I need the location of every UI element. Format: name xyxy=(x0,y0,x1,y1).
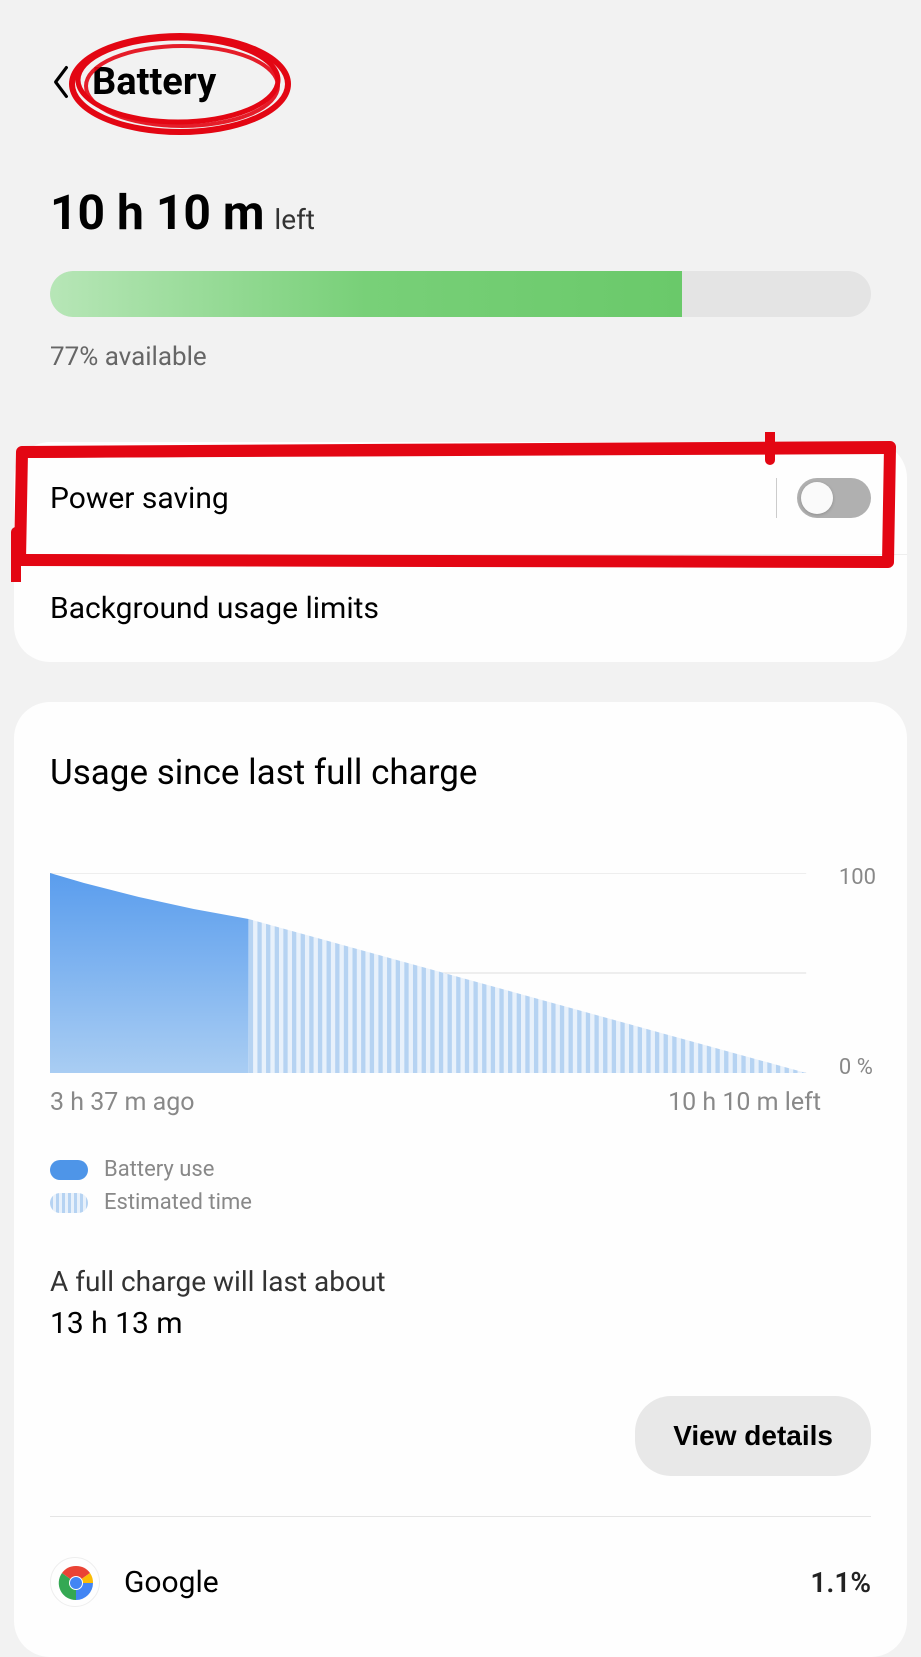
usage-card: Usage since last full charge 100 0 % 3 h… xyxy=(14,702,907,1657)
chart-legend: Battery use Estimated time xyxy=(50,1157,871,1215)
toggle-thumb xyxy=(801,482,833,514)
legend-battery-use: Battery use xyxy=(50,1157,871,1182)
battery-progress-fill xyxy=(50,271,682,317)
power-saving-toggle[interactable] xyxy=(797,478,871,518)
settings-card: Power saving Background usage limits xyxy=(14,442,907,662)
power-saving-control xyxy=(776,478,871,518)
background-usage-limits-row[interactable]: Background usage limits xyxy=(14,555,907,662)
view-details-row: View details xyxy=(50,1396,871,1476)
legend-battery-label: Battery use xyxy=(104,1157,214,1182)
toggle-divider xyxy=(776,478,777,518)
background-usage-limits-label: Background usage limits xyxy=(50,591,379,626)
usage-chart: 100 0 % xyxy=(50,873,871,1073)
y-min: 0 % xyxy=(839,1055,876,1080)
app-usage-row[interactable]: Google 1.1% xyxy=(50,1547,871,1607)
chart-x-axis: 3 h 37 m ago 10 h 10 m left xyxy=(50,1088,871,1117)
time-remaining-value: 10 h 10 m xyxy=(50,184,264,241)
time-remaining: 10 h 10 m left xyxy=(50,184,871,241)
power-saving-label: Power saving xyxy=(50,481,229,516)
divider xyxy=(50,1516,871,1517)
battery-progress-bar xyxy=(50,271,871,317)
power-saving-row[interactable]: Power saving xyxy=(14,442,907,555)
legend-estimated-label: Estimated time xyxy=(104,1190,252,1215)
legend-estimated: Estimated time xyxy=(50,1190,871,1215)
full-charge-text: A full charge will last about xyxy=(50,1265,871,1298)
app-name: Google xyxy=(124,1565,219,1600)
legend-swatch-striped-icon xyxy=(50,1193,88,1213)
battery-summary: 10 h 10 m left 77% available xyxy=(0,144,921,402)
percent-available: 77% available xyxy=(50,342,871,372)
page-title: Battery xyxy=(92,60,216,104)
view-details-button[interactable]: View details xyxy=(635,1396,871,1476)
usage-title: Usage since last full charge xyxy=(50,752,871,793)
app-left: Google xyxy=(50,1557,219,1607)
back-icon[interactable] xyxy=(50,64,72,100)
legend-swatch-solid-icon xyxy=(50,1160,88,1180)
app-percent: 1.1% xyxy=(810,1566,871,1599)
chart-y-axis: 100 0 % xyxy=(839,865,876,1080)
x-left: 3 h 37 m ago xyxy=(50,1088,195,1117)
y-max: 100 xyxy=(839,865,876,890)
header: Battery xyxy=(0,0,921,144)
full-charge-time: 13 h 13 m xyxy=(50,1306,871,1341)
time-remaining-suffix: left xyxy=(274,203,315,236)
x-right: 10 h 10 m left xyxy=(668,1088,821,1117)
google-icon xyxy=(50,1557,100,1607)
